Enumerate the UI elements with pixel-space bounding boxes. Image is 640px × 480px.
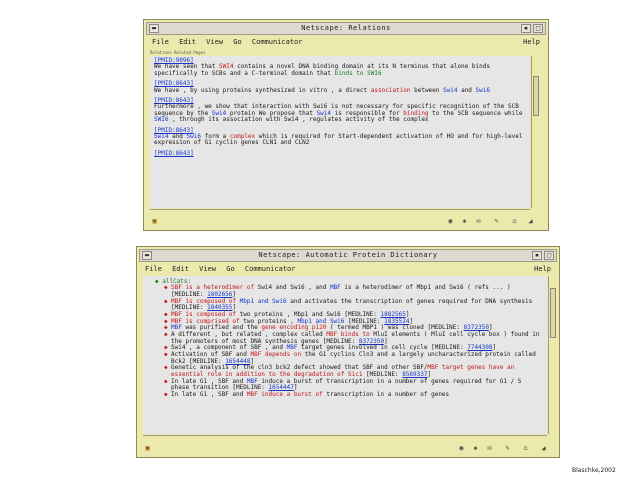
toolbar-strip: Relations Related Pages	[150, 50, 206, 55]
entry-bullet-icon: ◆	[164, 284, 168, 292]
text-segment: In late G1 , SBF and	[171, 390, 247, 398]
dictionary-entry: ◆ SBF is a heterodimer of Swi4 and Swi6 ,…	[147, 284, 543, 298]
expand-toggle-icon[interactable]: ◆	[155, 278, 159, 285]
entry-bullet-icon: ◆	[164, 364, 168, 372]
maximize-icon[interactable]: □	[533, 24, 543, 33]
highlighted-term: MBF	[329, 284, 341, 292]
entry-bullet-icon: ◆	[164, 351, 168, 359]
dictionary-entry: ◆ In late G1 , SBF and MBF induce a burst…	[147, 390, 543, 398]
relation-paragraph: [PMID:8643] Swi4 and Swi6 form a complex …	[154, 127, 526, 147]
dictionary-entry: ◆ Genetic analysis of the cln3 bck2 defec…	[147, 364, 543, 378]
navigator-icon[interactable]: ⌂	[510, 217, 519, 225]
composer-icon[interactable]: ✎	[492, 217, 501, 225]
resize-grip-icon[interactable]: ◢	[539, 444, 548, 452]
dictionary-menubar: File Edit View Go Communicator Help	[139, 263, 557, 275]
highlighted-term: Mbp1 and Swi6	[236, 297, 287, 305]
scrollbar-thumb[interactable]	[550, 288, 556, 338]
relation-paragraph: [PMID:9096] We have seen that SWI4 contai…	[154, 57, 526, 77]
highlighted-term: Swi6	[475, 86, 490, 94]
status-network-icon: ◈	[462, 217, 467, 225]
relation-text: Furthermore , we show that interaction w…	[154, 104, 526, 123]
menu-edit[interactable]: Edit	[172, 263, 189, 275]
entry-bullet-icon: ◆	[164, 331, 168, 339]
security-lock-icon[interactable]: ▣	[143, 444, 152, 452]
entry-bullet-icon: ◆	[164, 297, 168, 305]
text-segment: to the SCB sequence while	[428, 109, 523, 117]
highlighted-term: Swi4	[443, 86, 458, 94]
menu-help[interactable]: Help	[534, 263, 551, 275]
dictionary-entry: ◆ Activation of SBF and MBF depends on th…	[147, 351, 543, 365]
text-segment: Swi4 and Swi6 , and	[254, 284, 330, 292]
text-segment: between	[410, 86, 444, 94]
dictionary-vertical-scrollbar[interactable]	[548, 276, 558, 434]
menu-communicator[interactable]: Communicator	[245, 263, 296, 275]
entry-bullet-icon: ◆	[164, 390, 168, 398]
menu-file[interactable]: File	[152, 36, 169, 48]
dictionary-entry-list: ◆ SBF is a heterodimer of Swi4 and Swi6 ,…	[147, 284, 543, 398]
highlighted-term: binds to SWI6	[334, 69, 382, 77]
dictionary-entry: ◆ In late G1 , SBF and MBF induce a burst…	[147, 377, 543, 392]
highlighted-term: SWI6	[154, 116, 169, 124]
relations-titlebar[interactable]: ▬ Netscape: Relations ▪ □	[146, 22, 546, 35]
maximize-icon[interactable]: □	[544, 251, 554, 260]
menu-help[interactable]: Help	[523, 36, 540, 48]
security-lock-icon[interactable]: ▣	[150, 217, 159, 225]
menu-view[interactable]: View	[199, 263, 216, 275]
relations-statusbar: ▣ ◉ ◈ ✉ ✎ ⌂ ◢	[146, 214, 546, 228]
relation-text: We have seen that SWI4 contains a novel …	[154, 64, 526, 77]
dictionary-content: ◆ allCats: ◆ SBF is a heterodimer of Swi4…	[143, 276, 547, 434]
menu-view[interactable]: View	[206, 36, 223, 48]
highlighted-term: MBF depends on	[250, 351, 302, 359]
minimize-icon[interactable]: ▪	[532, 251, 542, 260]
relations-window: ▬ Netscape: Relations ▪ □ File Edit View…	[143, 19, 549, 231]
status-globe-icon: ◉	[459, 444, 464, 452]
menu-communicator[interactable]: Communicator	[252, 36, 303, 48]
highlighted-term: MBF induce a burst of	[246, 390, 323, 398]
relation-paragraph: [PMID:8643] Furthermore , we show that in…	[154, 97, 526, 124]
menu-file[interactable]: File	[145, 263, 162, 275]
menu-go[interactable]: Go	[233, 36, 241, 48]
relations-content: [PMID:9096] We have seen that SWI4 contai…	[150, 56, 530, 208]
navigator-icon[interactable]: ⌂	[521, 444, 530, 452]
composer-icon[interactable]: ✎	[503, 444, 512, 452]
protein-dictionary-window: ▬ Netscape: Automatic Protein Dictionary…	[136, 246, 560, 458]
status-network-icon: ◈	[473, 444, 478, 452]
highlighted-term: association	[370, 86, 411, 94]
menu-go[interactable]: Go	[226, 263, 234, 275]
relation-paragraph: [PMID:8643] We have , by using proteins s…	[154, 80, 526, 94]
text-segment: We have , by using proteins synthesized …	[154, 86, 371, 94]
minimize-icon[interactable]: ▪	[521, 24, 531, 33]
dictionary-window-title: Netscape: Automatic Protein Dictionary	[258, 251, 438, 259]
dictionary-entry: ◆ MBF is composed of Mbp1 and Swi6 and ac…	[147, 297, 543, 312]
pmid-link[interactable]: [PMID:8643]	[154, 150, 526, 157]
scrollbar-thumb[interactable]	[533, 76, 539, 116]
text-segment: , through its association with Swi4 , re…	[168, 116, 429, 124]
author-credit: Blaschke,2002	[572, 467, 616, 474]
dictionary-entry: ◆ A different , but related , complex cal…	[147, 331, 543, 345]
text-segment: and	[457, 86, 476, 94]
mail-icon[interactable]: ✉	[485, 444, 494, 452]
entry-bullet-icon: ◆	[164, 377, 168, 385]
relations-vertical-scrollbar[interactable]	[531, 56, 541, 208]
status-globe-icon: ◉	[448, 217, 453, 225]
mail-icon[interactable]: ✉	[474, 217, 483, 225]
dictionary-statusbar: ▣ ◉ ◈ ✉ ✎ ⌂ ◢	[139, 441, 557, 455]
dictionary-titlebar[interactable]: ▬ Netscape: Automatic Protein Dictionary…	[139, 249, 557, 262]
relations-window-title: Netscape: Relations	[301, 24, 391, 32]
resize-grip-icon[interactable]: ◢	[526, 217, 535, 225]
text-segment: transcription in a number of genes	[322, 390, 450, 398]
relations-menubar: File Edit View Go Communicator Help	[146, 36, 546, 48]
relation-text: Swi4 and Swi6 form a complex which is re…	[154, 133, 526, 147]
menu-edit[interactable]: Edit	[179, 36, 196, 48]
relation-text: We have , by using proteins synthesized …	[154, 86, 526, 94]
relation-paragraph: [PMID:8643]	[154, 150, 526, 157]
